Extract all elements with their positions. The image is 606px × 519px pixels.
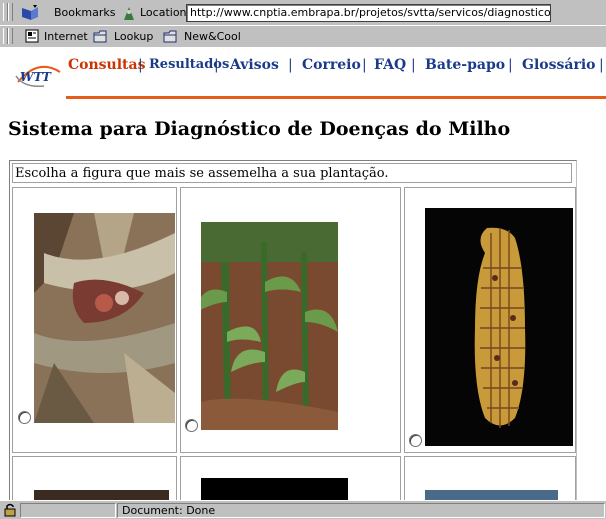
instruction-text: Escolha a figura que mais se assemelha a…	[12, 163, 572, 183]
nav-glossario[interactable]: Glossário	[522, 57, 595, 73]
page-title: Sistema para Diagnóstico de Doenças do M…	[8, 118, 511, 140]
toolbar-item-newcool[interactable]: New&Cool	[184, 30, 241, 43]
folder-icon	[93, 30, 107, 43]
choice-radio-1[interactable]	[18, 411, 31, 424]
location-label: Location:	[140, 6, 191, 19]
status-bar: Document: Done	[0, 500, 606, 519]
choice-image-partial[interactable]	[425, 490, 558, 500]
toolbar-item-lookup[interactable]: Lookup	[114, 30, 153, 43]
site-nav: Consultas | Resultados | Avisos | Correi…	[66, 57, 606, 77]
nav-separator: |	[214, 57, 219, 73]
nav-separator: |	[411, 57, 416, 73]
nav-avisos[interactable]: Avisos	[230, 57, 279, 73]
nav-bate-papo[interactable]: Bate-papo	[425, 57, 505, 73]
status-text: Document: Done	[122, 504, 216, 517]
location-icon[interactable]	[120, 4, 138, 22]
navigation-toolbar: Bookmarks Location: http://www.cnptia.em…	[0, 0, 606, 26]
choice-radio-3[interactable]	[409, 434, 422, 447]
nav-underline	[66, 96, 606, 99]
toolbar-grip[interactable]	[8, 3, 13, 21]
choice-image-partial[interactable]	[34, 490, 169, 500]
nav-separator: |	[599, 57, 604, 73]
nav-separator: |	[138, 57, 143, 73]
bookmarks-label[interactable]: Bookmarks	[54, 6, 115, 19]
bookmarks-icon[interactable]	[19, 4, 41, 22]
maize-tassel-disease-image[interactable]	[34, 213, 175, 423]
nav-consultas[interactable]: Consultas	[68, 57, 145, 73]
progress-box	[20, 503, 116, 518]
maize-ear-image[interactable]	[425, 208, 573, 446]
toolbar-item-internet[interactable]: Internet	[44, 30, 88, 43]
nav-separator: |	[362, 57, 367, 73]
nav-faq[interactable]: FAQ	[374, 57, 406, 73]
nav-separator: |	[508, 57, 513, 73]
personal-toolbar: Internet Lookup New&Cool	[0, 25, 606, 47]
internet-bookmark-icon	[25, 29, 39, 43]
nav-separator: |	[288, 57, 293, 73]
security-lock-icon[interactable]	[2, 502, 18, 518]
choice-image-partial[interactable]	[201, 478, 348, 500]
url-field[interactable]: http://www.cnptia.embrapa.br/projetos/sv…	[186, 4, 551, 22]
folder-icon	[163, 30, 177, 43]
maize-field-image[interactable]	[201, 222, 338, 430]
toolbar-grip[interactable]	[8, 28, 13, 44]
nav-correio[interactable]: Correio	[302, 57, 361, 73]
choice-radio-2[interactable]	[185, 419, 198, 432]
svtta-logo[interactable]: WTT	[14, 58, 62, 90]
logo-text: WTT	[20, 70, 52, 84]
